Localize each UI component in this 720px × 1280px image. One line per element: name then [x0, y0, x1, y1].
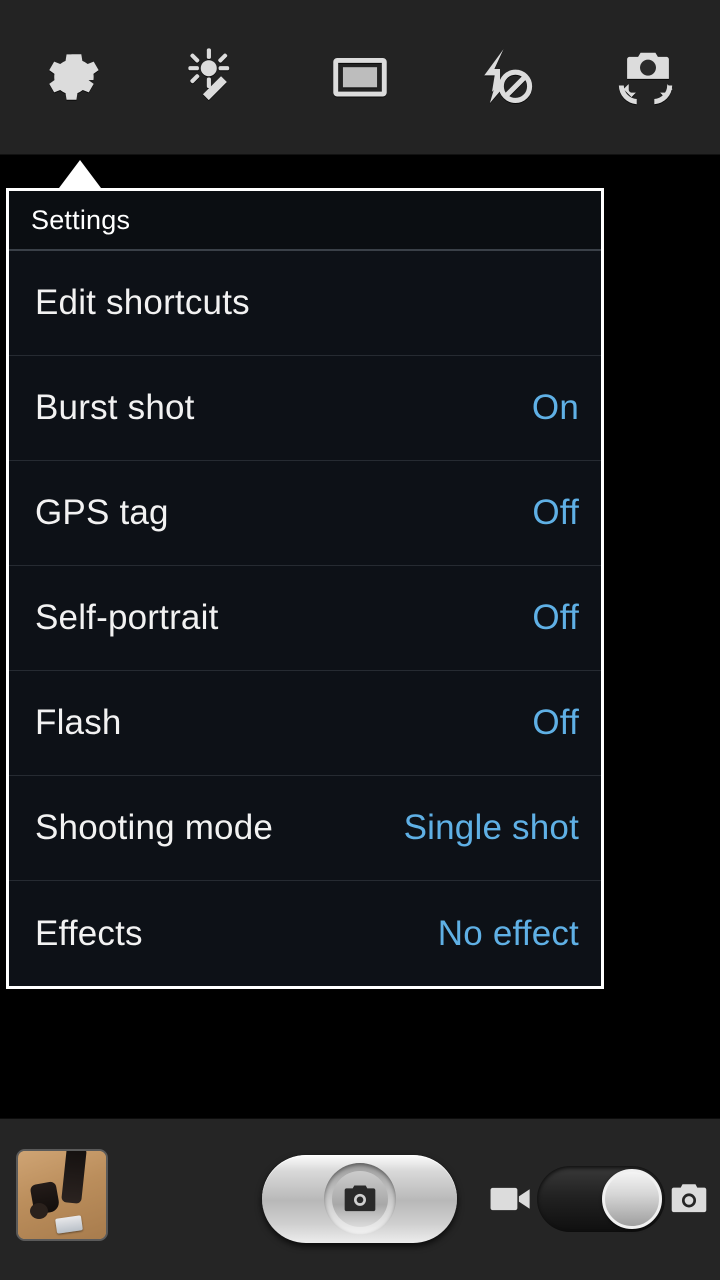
popup-caret-icon	[59, 160, 101, 188]
menu-item-value: Single shot	[403, 808, 579, 847]
frame-mode-icon[interactable]	[308, 25, 412, 129]
menu-item-label: Edit shortcuts	[35, 283, 250, 322]
menu-item-label: Flash	[35, 703, 122, 742]
flash-off-icon[interactable]	[452, 25, 556, 129]
menu-item-burst-shot[interactable]: Burst shot On	[9, 356, 601, 461]
camera-video-mode-switch[interactable]	[489, 1160, 711, 1238]
menu-item-value: Off	[532, 703, 579, 742]
camera-top-toolbar	[0, 0, 720, 155]
menu-item-gps-tag[interactable]: GPS tag Off	[9, 461, 601, 566]
video-camera-icon[interactable]	[489, 1181, 535, 1217]
menu-item-flash[interactable]: Flash Off	[9, 671, 601, 776]
thumbnail-object	[30, 1203, 48, 1219]
shutter-button[interactable]	[262, 1155, 457, 1243]
settings-popup: Settings Edit shortcuts Burst shot On GP…	[6, 188, 604, 989]
menu-item-label: Shooting mode	[35, 808, 274, 847]
shutter-ring	[323, 1163, 396, 1235]
menu-item-self-portrait[interactable]: Self-portrait Off	[9, 566, 601, 671]
menu-item-label: Self-portrait	[35, 598, 219, 637]
menu-item-effects[interactable]: Effects No effect	[9, 881, 601, 986]
menu-item-label: Burst shot	[35, 388, 195, 427]
menu-item-label: GPS tag	[35, 493, 169, 532]
menu-item-label: Effects	[35, 913, 143, 953]
magic-wand-icon[interactable]	[164, 25, 268, 129]
last-photo-thumbnail[interactable]	[16, 1149, 108, 1241]
menu-item-value: No effect	[437, 913, 579, 953]
menu-item-edit-shortcuts[interactable]: Edit shortcuts	[9, 251, 601, 356]
menu-item-value: Off	[532, 493, 579, 532]
mode-switch-knob[interactable]	[602, 1169, 662, 1229]
menu-item-value: On	[531, 388, 579, 427]
photo-camera-icon	[344, 1185, 375, 1212]
settings-gear-icon[interactable]	[20, 25, 124, 129]
settings-popup-title: Settings	[31, 204, 131, 235]
menu-item-value: Off	[532, 598, 579, 637]
switch-camera-icon[interactable]	[596, 25, 700, 129]
settings-popup-header: Settings	[9, 191, 601, 251]
shutter-inner	[331, 1171, 388, 1227]
photo-camera-icon[interactable]	[667, 1181, 711, 1217]
mode-switch-track[interactable]	[537, 1166, 665, 1232]
menu-item-shooting-mode[interactable]: Shooting mode Single shot	[9, 776, 601, 881]
